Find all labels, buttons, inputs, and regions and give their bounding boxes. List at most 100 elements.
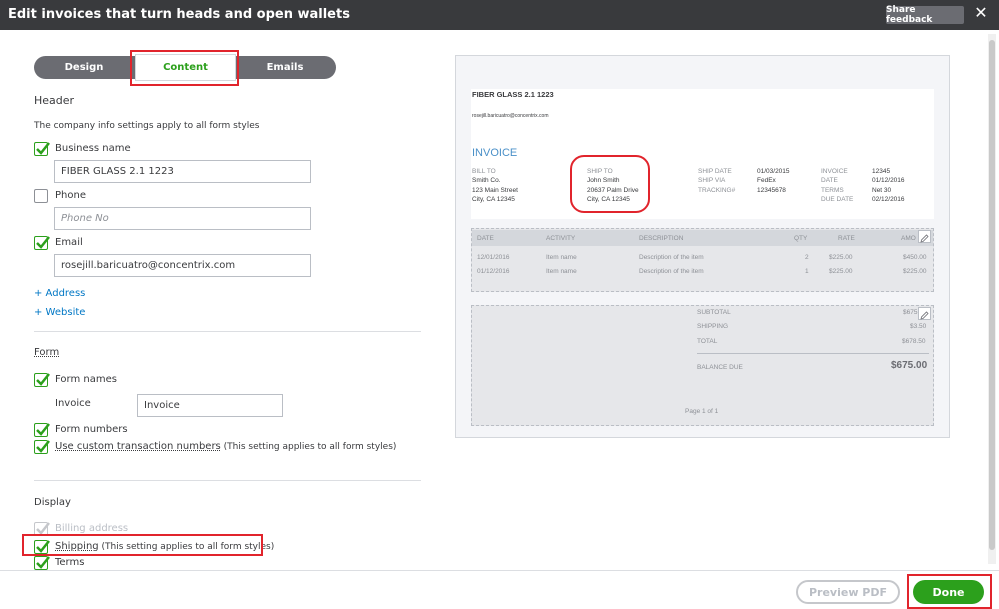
shipping-text: Shipping bbox=[55, 541, 99, 552]
bill-to-line: City, CA 12345 bbox=[472, 196, 515, 203]
form-numbers-checkbox[interactable] bbox=[34, 423, 50, 437]
edit-pencil-icon[interactable] bbox=[918, 307, 931, 320]
tab-emails[interactable]: Emails bbox=[234, 56, 336, 79]
balance-due-label: BALANCE DUE bbox=[697, 364, 743, 371]
column-header: RATE bbox=[838, 235, 855, 242]
due-date-value: 02/12/2016 bbox=[872, 196, 905, 203]
column-header: QTY bbox=[794, 235, 808, 242]
terms-meta-label: TERMS bbox=[821, 187, 844, 194]
row-amount: $225.00 bbox=[903, 268, 927, 275]
checkmark-icon bbox=[36, 440, 50, 453]
add-address-link[interactable]: + Address bbox=[34, 288, 85, 299]
total-label: TOTAL bbox=[697, 338, 718, 345]
edit-pencil-icon[interactable] bbox=[918, 230, 931, 243]
subtotal-label: SUBTOTAL bbox=[697, 309, 731, 316]
balance-due-value: $675.00 bbox=[891, 360, 928, 371]
header-section-title: Header bbox=[34, 94, 75, 107]
row-activity: Item name bbox=[546, 268, 577, 275]
bill-to-line: Smith Co. bbox=[472, 177, 501, 184]
custom-numbers-text[interactable]: Use custom transaction numbers bbox=[55, 441, 221, 452]
shipping-total-label: SHIPPING bbox=[697, 323, 729, 330]
shipping-total-value: $3.50 bbox=[910, 323, 927, 330]
shipping-note: (This setting applies to all form styles… bbox=[98, 542, 275, 552]
terms-meta-value: Net 30 bbox=[872, 187, 892, 194]
terms-label: Terms bbox=[55, 557, 85, 568]
preview-header-area bbox=[471, 89, 934, 219]
terms-checkbox[interactable] bbox=[34, 556, 50, 570]
company-info-note: The company info settings apply to all f… bbox=[34, 121, 260, 131]
invoice-name-field[interactable]: Invoice bbox=[137, 394, 283, 417]
ship-date-label: SHIP DATE bbox=[698, 168, 732, 175]
tracking-value: 12345678 bbox=[757, 187, 786, 194]
bill-to-label: BILL TO bbox=[472, 168, 496, 175]
done-button[interactable]: Done bbox=[913, 580, 984, 604]
custom-numbers-label: Use custom transaction numbers (This set… bbox=[55, 441, 396, 452]
row-rate: $225.00 bbox=[829, 268, 853, 275]
totals-divider bbox=[697, 353, 929, 354]
footer-divider bbox=[0, 570, 999, 571]
form-names-checkbox[interactable] bbox=[34, 373, 50, 387]
shipping-label: Shipping (This setting applies to all fo… bbox=[55, 541, 274, 552]
row-qty: 2 bbox=[805, 254, 809, 261]
billing-address-checkbox bbox=[34, 522, 50, 536]
line-items-header bbox=[472, 230, 933, 246]
email-field[interactable]: rosejill.baricuatro@concentrix.com bbox=[54, 254, 311, 277]
form-section-title: Form bbox=[34, 347, 60, 358]
invoice-no-label: INVOICE bbox=[821, 168, 848, 175]
custom-numbers-note: (This setting applies to all form styles… bbox=[220, 442, 397, 452]
email-checkbox[interactable] bbox=[34, 236, 50, 250]
tab-design[interactable]: Design bbox=[34, 56, 134, 79]
column-header: DATE bbox=[477, 235, 494, 242]
custom-numbers-checkbox[interactable] bbox=[34, 440, 50, 454]
row-rate: $225.00 bbox=[829, 254, 853, 261]
row-activity: Item name bbox=[546, 254, 577, 261]
form-numbers-label: Form numbers bbox=[55, 424, 128, 435]
email-label: Email bbox=[55, 237, 83, 248]
invoice-no-value: 12345 bbox=[872, 168, 891, 175]
section-divider bbox=[34, 480, 421, 481]
business-name-checkbox[interactable] bbox=[34, 142, 50, 156]
phone-field[interactable]: Phone No bbox=[54, 207, 311, 230]
bill-to-line: 123 Main Street bbox=[472, 187, 518, 194]
due-date-label: DUE DATE bbox=[821, 196, 854, 203]
display-section-title: Display bbox=[34, 497, 71, 508]
row-qty: 1 bbox=[805, 268, 809, 275]
date-label: DATE bbox=[821, 177, 838, 184]
preview-company-name: FIBER GLASS 2.1 1223 bbox=[472, 90, 554, 99]
row-date: 12/01/2016 bbox=[477, 254, 510, 261]
invoice-label: Invoice bbox=[55, 398, 91, 409]
highlight-ship-to bbox=[570, 155, 650, 213]
business-name-label: Business name bbox=[55, 143, 131, 154]
add-website-link[interactable]: + Website bbox=[34, 307, 85, 318]
tracking-label: TRACKING# bbox=[698, 187, 736, 194]
checkmark-icon bbox=[36, 423, 50, 436]
checkmark-icon bbox=[36, 522, 50, 535]
checkmark-icon bbox=[36, 236, 50, 249]
ship-date-value: 01/03/2015 bbox=[757, 168, 790, 175]
billing-address-label: Billing address bbox=[55, 523, 129, 534]
scrollbar-thumb[interactable] bbox=[989, 40, 995, 550]
page-indicator: Page 1 of 1 bbox=[685, 408, 719, 415]
share-feedback-button[interactable]: Share feedback bbox=[886, 5, 964, 25]
ship-via-value: FedEx bbox=[757, 177, 776, 184]
dialog-title: Edit invoices that turn heads and open w… bbox=[8, 7, 350, 22]
row-date: 01/12/2016 bbox=[477, 268, 510, 275]
phone-label: Phone bbox=[55, 190, 86, 201]
row-description: Description of the item bbox=[639, 254, 704, 261]
phone-checkbox[interactable] bbox=[34, 189, 48, 203]
form-names-label: Form names bbox=[55, 374, 117, 385]
column-header: DESCRIPTION bbox=[639, 235, 684, 242]
ship-via-label: SHIP VIA bbox=[698, 177, 726, 184]
business-name-field[interactable]: FIBER GLASS 2.1 1223 bbox=[54, 160, 311, 183]
total-value: $678.50 bbox=[902, 338, 926, 345]
preview-pdf-button[interactable]: Preview PDF bbox=[796, 580, 900, 604]
section-divider bbox=[34, 331, 421, 332]
shipping-checkbox[interactable] bbox=[34, 540, 50, 554]
preview-doc-title: INVOICE bbox=[472, 147, 518, 159]
tab-content[interactable]: Content bbox=[135, 54, 236, 81]
row-description: Description of the item bbox=[639, 268, 704, 275]
close-icon[interactable]: ✕ bbox=[972, 5, 990, 23]
preview-company-email: rosejill.baricuatro@concentrix.com bbox=[472, 113, 549, 119]
checkmark-icon bbox=[36, 142, 50, 155]
date-value: 01/12/2016 bbox=[872, 177, 905, 184]
